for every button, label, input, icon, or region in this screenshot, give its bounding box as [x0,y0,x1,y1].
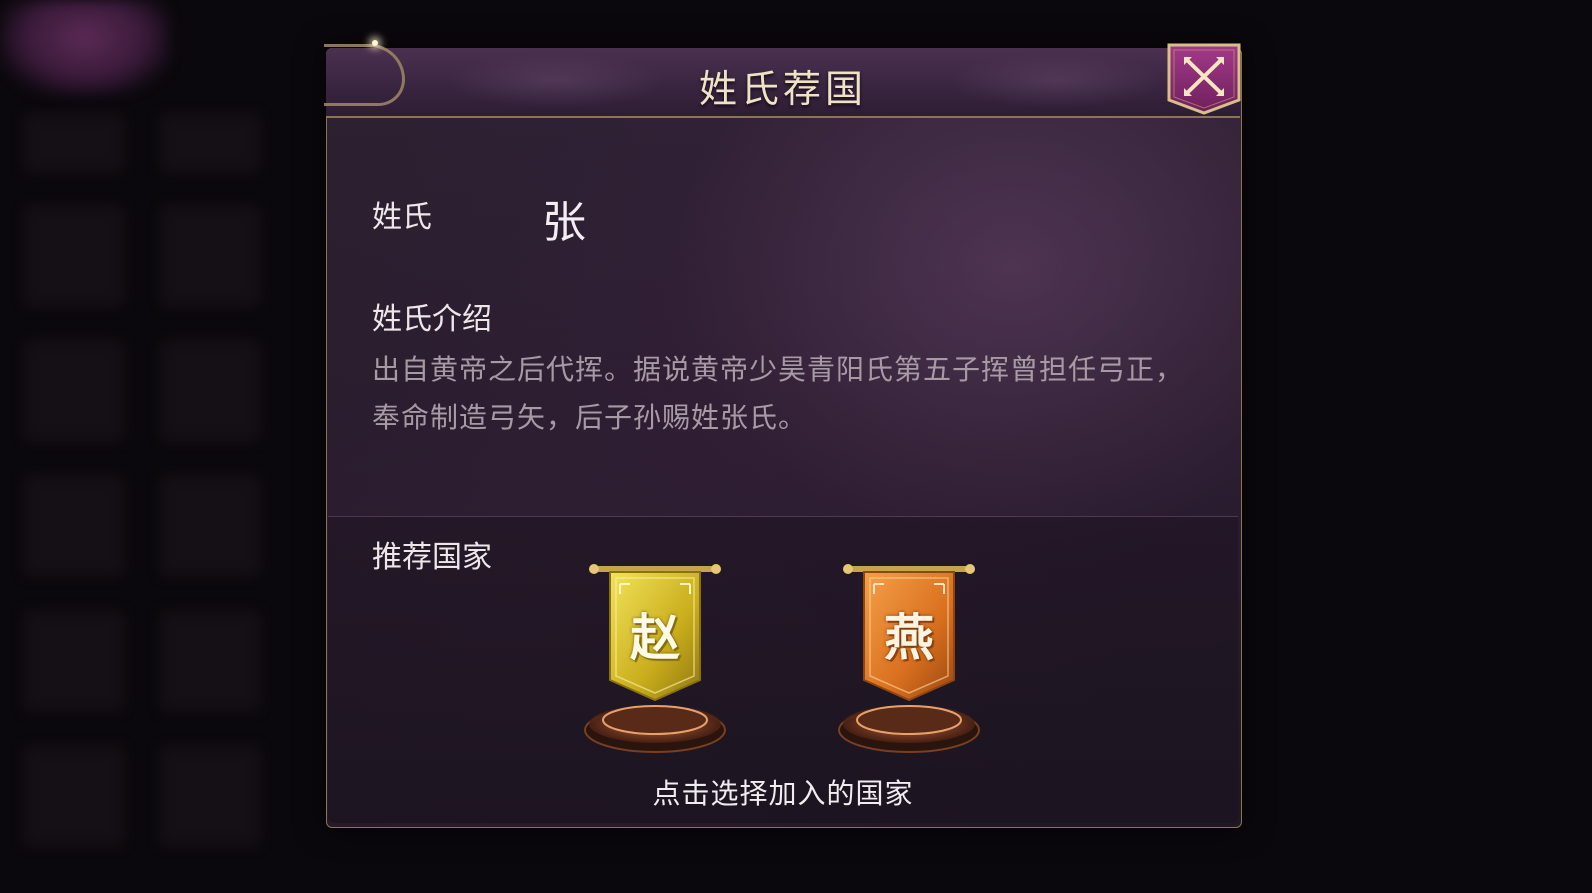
background-slot [18,200,130,312]
sparkle-icon [372,40,378,46]
intro-text: 出自黄帝之后代挥。据说黄帝少昊青阳氏第五子挥曾担任弓正，奉命制造弓矢，后子孙赐姓… [372,353,1185,434]
country-option-zhao[interactable]: 赵 [580,562,730,762]
background-slot [154,740,266,852]
intro-heading: 姓氏介绍 [372,302,492,337]
country-option-yan[interactable]: 燕 [834,562,984,762]
close-button[interactable] [1166,42,1242,116]
background-slot [18,740,130,852]
country-name: 燕 [884,608,934,667]
background-slot [154,335,266,447]
background-slot [154,200,266,312]
section-divider [328,516,1238,517]
country-name: 赵 [630,608,680,667]
close-x-icon [1167,43,1241,115]
background-slot [18,470,130,582]
background-slot [154,605,266,717]
surname-label: 姓氏 [372,200,432,235]
title-bar: 姓氏荐国 [324,40,1240,118]
surname-recommend-dialog: 姓氏荐国 姓氏 张 姓氏介绍 出自黄帝之后代挥。据说黄帝少昊青阳氏第五子挥曾担任… [324,40,1242,828]
background-glow [0,0,170,95]
recommend-heading: 推荐国家 [372,540,492,575]
background-slot [18,605,130,717]
surname-value: 张 [542,197,586,248]
background-slot [154,470,266,582]
select-country-hint: 点击选择加入的国家 [652,777,914,810]
background-slot [18,335,130,447]
dialog-title: 姓氏荐国 [698,67,867,111]
background-slot [154,108,266,178]
background-slot [18,108,130,178]
